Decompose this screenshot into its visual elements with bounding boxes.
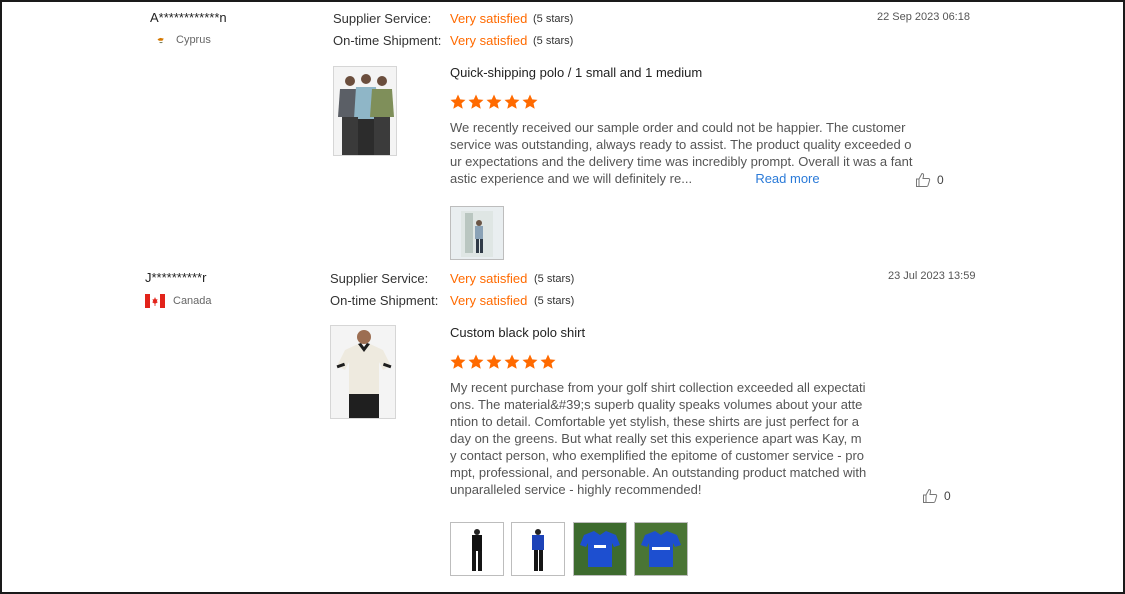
thumbs-up-icon xyxy=(916,172,931,187)
supplier-service-rating: Very satisfied xyxy=(450,271,528,286)
star-icon xyxy=(450,94,466,109)
star-icon xyxy=(468,354,484,369)
helpful-count: 0 xyxy=(937,173,944,187)
star-icon xyxy=(486,94,502,109)
reviewer-country: Cyprus xyxy=(154,34,211,46)
ontime-shipment-stars: (5 stars) xyxy=(533,35,574,47)
reviewer-name: J**********r xyxy=(145,270,207,285)
cyprus-flag-icon xyxy=(154,35,168,45)
ontime-shipment-label: On-time Shipment: xyxy=(333,33,442,48)
supplier-service-stars: (5 stars) xyxy=(534,273,575,285)
customer-photo-icon xyxy=(451,523,503,575)
star-icon xyxy=(504,94,520,109)
helpful-count: 0 xyxy=(944,489,951,503)
helpful-button[interactable]: 0 xyxy=(915,172,944,188)
customer-photo-icon xyxy=(574,523,626,575)
star-icon xyxy=(468,94,484,109)
read-more-link[interactable]: Read more xyxy=(755,171,819,186)
review-date: 22 Sep 2023 06:18 xyxy=(877,11,970,23)
review-photo-thumbnail[interactable] xyxy=(450,206,504,260)
review-photo-thumbnail[interactable] xyxy=(450,522,504,576)
country-name: Cyprus xyxy=(176,34,211,46)
ontime-shipment-label: On-time Shipment: xyxy=(330,293,439,308)
ontime-shipment-rating: Very satisfied xyxy=(450,293,528,308)
review-text: We recently received our sample order an… xyxy=(450,119,914,189)
review-text: My recent purchase from your golf shirt … xyxy=(450,379,868,503)
supplier-service-label: Supplier Service: xyxy=(330,271,429,286)
review-photo-thumbnail[interactable] xyxy=(634,522,688,576)
product-title[interactable]: Quick-shipping polo / 1 small and 1 medi… xyxy=(450,65,702,80)
star-icon xyxy=(540,354,556,369)
polo-shirts-image-icon xyxy=(334,67,396,155)
reviewer-name: A************n xyxy=(150,10,227,25)
review-card: A************n Cyprus Supplier Service: … xyxy=(2,2,1125,264)
product-image[interactable] xyxy=(330,325,396,419)
review-photo-thumbnail[interactable] xyxy=(511,522,565,576)
review-card: J**********r Canada Supplier Service: Ve… xyxy=(2,264,1125,594)
supplier-service-rating: Very satisfied xyxy=(450,11,528,26)
review-text-body: My recent purchase from your golf shirt … xyxy=(450,380,867,497)
star-icon xyxy=(522,94,538,109)
canada-flag-icon xyxy=(145,294,165,308)
review-date: 23 Jul 2023 13:59 xyxy=(888,270,976,282)
customer-photo-icon xyxy=(512,523,564,575)
star-icon xyxy=(450,354,466,369)
review-star-rating xyxy=(450,354,556,370)
review-text-body: We recently received our sample order an… xyxy=(450,120,913,186)
helpful-button[interactable]: 0 xyxy=(922,488,951,504)
supplier-service-stars: (5 stars) xyxy=(533,13,574,25)
star-icon xyxy=(522,354,538,369)
ontime-shipment-rating: Very satisfied xyxy=(450,33,528,48)
page-frame: A************n Cyprus Supplier Service: … xyxy=(0,0,1125,594)
review-photo-thumbnail[interactable] xyxy=(573,522,627,576)
ontime-shipment-stars: (5 stars) xyxy=(534,295,575,307)
thumbs-up-icon xyxy=(923,488,938,503)
white-polo-image-icon xyxy=(331,326,395,418)
review-star-rating xyxy=(450,94,538,110)
reviewer-country: Canada xyxy=(145,294,212,308)
product-title[interactable]: Custom black polo shirt xyxy=(450,325,585,340)
star-icon xyxy=(504,354,520,369)
customer-photo-icon xyxy=(451,207,503,259)
star-icon xyxy=(486,354,502,369)
product-image[interactable] xyxy=(333,66,397,156)
country-name: Canada xyxy=(173,295,212,307)
supplier-service-label: Supplier Service: xyxy=(333,11,432,26)
customer-photo-icon xyxy=(635,523,687,575)
